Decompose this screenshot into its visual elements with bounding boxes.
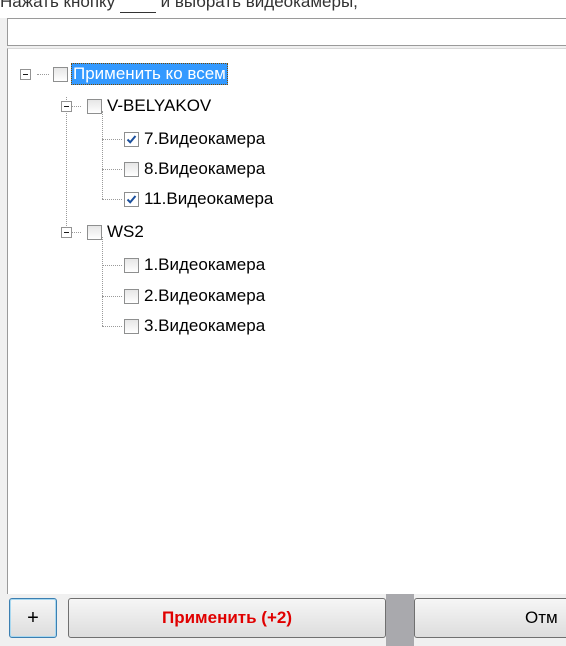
server-label: V-BELYAKOV	[107, 96, 212, 115]
check-mark-icon	[126, 134, 137, 144]
tree-item-server[interactable]: WS2	[87, 219, 146, 245]
caption-text-before: Нажать кнопку	[0, 0, 116, 11]
camera-label: 3.Видеокамера	[144, 316, 266, 335]
camera-checkbox[interactable]	[124, 288, 139, 304]
filter-bar[interactable]	[7, 18, 566, 46]
camera-label: 8.Видеокамера	[144, 159, 266, 178]
tree-item-camera[interactable]: 7.Видеокамера	[124, 126, 267, 152]
camera-checkbox[interactable]	[124, 131, 139, 147]
collapse-server-2-icon[interactable]	[61, 227, 72, 238]
tree-connector	[66, 97, 67, 232]
camera-selection-panel: Применить ко всем V-BELYAKOV 7.Видеокаме…	[0, 18, 566, 612]
server-label: WS2	[107, 222, 144, 241]
tree-connector	[102, 169, 122, 170]
tree-item-apply-to-all[interactable]: Применить ко всем	[53, 61, 228, 87]
collapse-root-icon[interactable]	[20, 69, 31, 80]
camera-checkbox[interactable]	[124, 161, 139, 177]
server-checkbox[interactable]	[87, 98, 102, 114]
collapse-server-1-icon[interactable]	[61, 101, 72, 112]
tree-item-camera[interactable]: 8.Видеокамера	[124, 156, 267, 182]
caption-text-after: и выбрать видеокамеры,	[160, 0, 358, 11]
button-reference-underline: ___	[119, 0, 156, 13]
tree-connector	[102, 265, 122, 266]
tree-item-camera[interactable]: 2.Видеокамера	[124, 283, 267, 309]
tree-connector	[102, 237, 103, 326]
apply-button[interactable]: Применить (+2)	[68, 598, 386, 638]
tree-connector	[37, 74, 49, 75]
apply-to-all-label: Применить ко всем	[71, 63, 228, 85]
tree-connector	[102, 139, 122, 140]
dialog-footer: + Применить (+2) Отм	[0, 594, 566, 646]
tree-connector	[102, 296, 122, 297]
apply-to-all-checkbox[interactable]	[53, 66, 68, 82]
check-mark-icon	[126, 194, 137, 204]
tree-item-camera[interactable]: 3.Видеокамера	[124, 313, 267, 339]
camera-label: 11.Видеокамера	[144, 189, 274, 208]
cancel-button[interactable]: Отм	[414, 598, 566, 638]
instruction-caption: Нажать кнопку ___ и выбрать видеокамеры,	[0, 0, 566, 14]
tree-connector	[102, 199, 122, 200]
camera-checkbox[interactable]	[124, 318, 139, 334]
footer-divider	[386, 594, 414, 646]
camera-tree[interactable]: Применить ко всем V-BELYAKOV 7.Видеокаме…	[7, 48, 566, 612]
add-button[interactable]: +	[9, 598, 57, 638]
camera-checkbox[interactable]	[124, 191, 139, 207]
tree-item-server[interactable]: V-BELYAKOV	[87, 93, 213, 119]
tree-connector	[102, 111, 103, 199]
camera-label: 2.Видеокамера	[144, 286, 266, 305]
tree-item-camera[interactable]: 1.Видеокамера	[124, 252, 267, 278]
tree-connector	[102, 326, 122, 327]
camera-label: 1.Видеокамера	[144, 255, 266, 274]
camera-label: 7.Видеокамера	[144, 129, 266, 148]
server-checkbox[interactable]	[87, 224, 102, 240]
camera-checkbox[interactable]	[124, 257, 139, 273]
tree-item-camera[interactable]: 11.Видеокамера	[124, 186, 275, 212]
